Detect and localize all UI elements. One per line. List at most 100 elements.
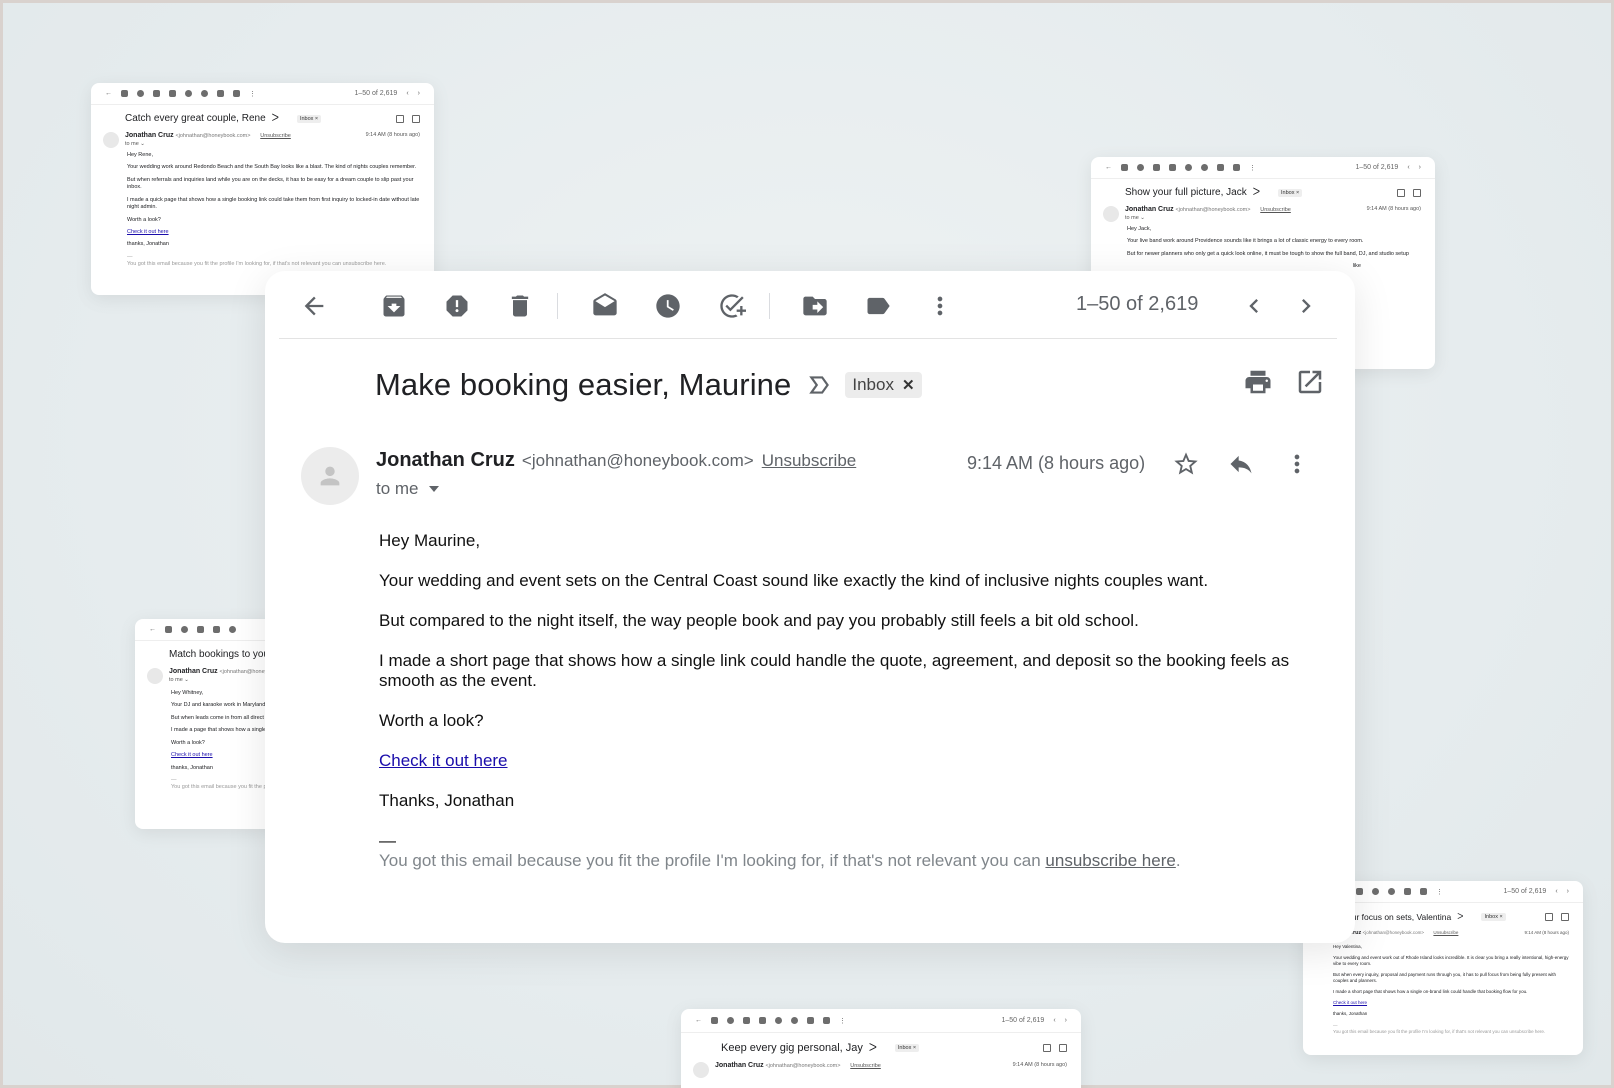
next-icon: › xyxy=(1418,164,1421,171)
preview-subject: Show your full picture, Jack xyxy=(1125,187,1247,198)
delete-button[interactable] xyxy=(505,291,535,321)
chevron-left-icon xyxy=(1249,299,1258,313)
more-button[interactable] xyxy=(925,291,955,321)
sender-email: <johnathan@honeybook.com> xyxy=(521,451,754,470)
preview-sender: Jonathan Cruz xyxy=(169,668,218,675)
preview-line: Worth a look? xyxy=(127,216,161,223)
label-icon xyxy=(823,1017,830,1024)
report-spam-icon xyxy=(446,295,468,317)
add-task-icon xyxy=(201,90,208,97)
label-icon xyxy=(867,297,890,315)
inbox-label-chip: Inbox ✕ xyxy=(845,372,922,398)
preview-line: Your wedding work around Redondo Beach a… xyxy=(127,164,417,171)
preview-time: 9:14 AM (8 hours ago) xyxy=(1366,206,1421,212)
label-icon xyxy=(1420,888,1427,895)
preview-addr: <johnathan@honeybook.com> xyxy=(765,1063,841,1069)
to-me-label: to me xyxy=(376,479,419,498)
delete-icon xyxy=(743,1017,750,1024)
importance-icon: ᐳ xyxy=(1457,911,1464,921)
body-paragraph: Worth a look? xyxy=(379,711,484,730)
remove-label-icon[interactable]: ✕ xyxy=(902,376,915,394)
preview-toolbar: ← ⋮ 1–50 of 2,619 ‹ › xyxy=(681,1009,1081,1033)
sender-avatar[interactable] xyxy=(301,447,359,505)
open-new-window-icon xyxy=(1561,912,1569,921)
move-to-button[interactable] xyxy=(800,291,830,321)
preview-to: to me ⌄ xyxy=(169,677,189,683)
preview-to: to me ⌄ xyxy=(1125,215,1145,221)
archive-button[interactable] xyxy=(379,291,409,321)
back-icon: ← xyxy=(1105,164,1112,171)
archive-icon xyxy=(1121,164,1128,171)
archive-icon xyxy=(165,626,172,633)
preview-count: 1–50 of 2,619 xyxy=(1503,888,1547,895)
preview-unsub: Unsubscribe xyxy=(1260,207,1291,213)
check-it-out-link[interactable]: Check it out here xyxy=(379,751,508,770)
open-new-window-icon xyxy=(1059,1043,1067,1052)
body-paragraph: But compared to the night itself, the wa… xyxy=(379,611,1139,630)
email-preview-card-rene: ← ⋮ 1–50 of 2,619 ‹ › Catch every great … xyxy=(91,83,434,295)
preview-time: 9:14 AM (8 hours ago) xyxy=(1012,1062,1067,1068)
report-spam-icon xyxy=(137,90,144,97)
move-to-icon xyxy=(217,90,224,97)
move-to-icon xyxy=(1404,888,1411,895)
back-button[interactable] xyxy=(299,291,329,321)
unsubscribe-here-link[interactable]: unsubscribe here xyxy=(1045,851,1175,870)
back-icon: ← xyxy=(149,626,156,633)
prev-page-button[interactable] xyxy=(1239,291,1269,321)
recipient-details-toggle[interactable]: to me xyxy=(376,479,439,499)
report-spam-button[interactable] xyxy=(442,291,472,321)
avatar xyxy=(103,132,119,148)
preview-addr: <johnathan@honeyb xyxy=(219,669,271,675)
star-icon xyxy=(1174,452,1198,475)
next-icon: › xyxy=(1566,888,1569,895)
preview-sender: Jonathan Cruz xyxy=(1125,206,1174,213)
move-to-icon xyxy=(807,1017,814,1024)
add-task-icon xyxy=(1201,164,1208,171)
preview-line: But when every inquiry, proposal and pay… xyxy=(1333,972,1557,984)
toolbar-divider xyxy=(769,293,770,319)
preview-count: 1–50 of 2,619 xyxy=(1001,1017,1045,1024)
footer-text: You got this email because you fit the p… xyxy=(379,851,1046,870)
preview-signoff: thanks, Jonathan xyxy=(1333,1011,1368,1017)
mark-unread-button[interactable] xyxy=(590,291,620,321)
preview-line: Your wedding and event work out of Rhode… xyxy=(1333,955,1569,967)
importance-icon: ᐳ xyxy=(271,113,279,124)
body-paragraph: Your wedding and event sets on the Centr… xyxy=(379,571,1209,590)
report-spam-icon xyxy=(181,626,188,633)
snooze-button[interactable] xyxy=(653,291,683,321)
preview-line: I made a short page that shows how a sin… xyxy=(1333,989,1528,995)
more-options-button[interactable] xyxy=(1282,449,1312,479)
add-task-icon xyxy=(1388,888,1395,895)
report-spam-icon xyxy=(1137,164,1144,171)
move-to-icon xyxy=(803,296,827,316)
avatar xyxy=(693,1062,709,1078)
preview-to: to me ⌄ xyxy=(125,141,145,147)
mark-unread-icon xyxy=(1169,164,1176,171)
snooze-icon xyxy=(656,294,680,318)
open-in-new-window-button[interactable] xyxy=(1295,367,1325,397)
reply-button[interactable] xyxy=(1226,449,1256,479)
add-task-button[interactable] xyxy=(717,291,747,321)
importance-marker-icon[interactable] xyxy=(807,372,833,398)
preview-time: 9:14 AM (8 hours ago) xyxy=(365,132,420,138)
print-button[interactable] xyxy=(1243,367,1273,397)
archive-icon xyxy=(711,1017,718,1024)
prev-icon: ‹ xyxy=(406,90,409,97)
preview-line: Hey Rene, xyxy=(127,152,153,158)
importance-icon: ᐳ xyxy=(1252,187,1261,198)
preview-sender: Jonathan Cruz xyxy=(715,1062,764,1069)
print-icon xyxy=(1043,1043,1051,1052)
sender-name[interactable]: Jonathan Cruz xyxy=(376,449,515,472)
unsubscribe-link[interactable]: Unsubscribe xyxy=(762,451,857,471)
next-page-button[interactable] xyxy=(1291,291,1321,321)
preview-count: 1–50 of 2,619 xyxy=(1355,164,1399,171)
back-icon: ← xyxy=(105,90,112,97)
mark-unread-icon xyxy=(169,90,176,97)
back-icon xyxy=(304,296,324,316)
star-button[interactable] xyxy=(1171,449,1201,479)
mark-unread-icon xyxy=(759,1017,766,1024)
label-icon xyxy=(233,90,240,97)
snooze-icon xyxy=(185,90,192,97)
subject-row: Make booking easier, Maurine Inbox ✕ xyxy=(375,367,922,403)
label-button[interactable] xyxy=(863,291,893,321)
